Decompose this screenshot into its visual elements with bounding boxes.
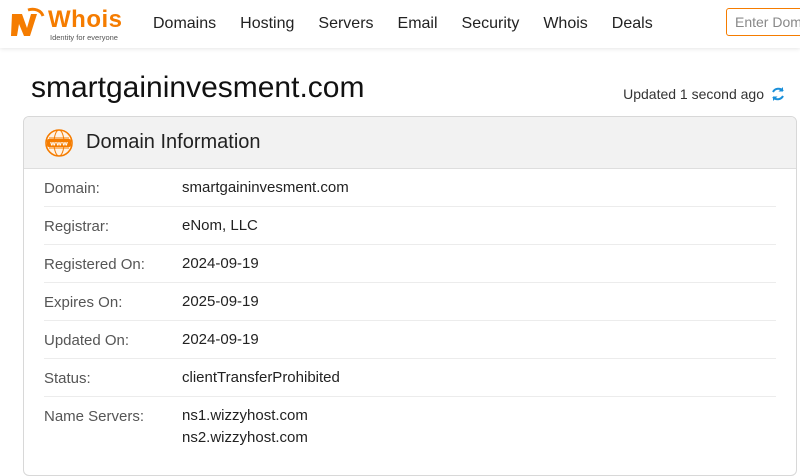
nav-item-servers[interactable]: Servers [318, 15, 373, 33]
main-nav: Domains Hosting Servers Email Security W… [153, 0, 677, 48]
row-label: Updated On: [44, 332, 130, 349]
top-navbar: Whois Identity for everyone Domains Host… [0, 0, 800, 48]
nav-item-hosting[interactable]: Hosting [240, 15, 294, 33]
row-label: Expires On: [44, 294, 123, 311]
card-title: Domain Information [86, 131, 261, 153]
row-value: clientTransferProhibited [182, 369, 340, 386]
domain-search-input[interactable] [726, 8, 800, 36]
row-value: 2025-09-19 [182, 293, 259, 310]
info-row-registered-on: Registered On: 2024-09-19 [44, 245, 776, 283]
logo-mark-icon [11, 7, 45, 36]
row-label: Name Servers: [44, 408, 145, 425]
name-server: ns2.wizzyhost.com [182, 429, 308, 446]
info-row-name-servers: Name Servers: ns1.wizzyhost.com ns2.wizz… [44, 397, 776, 449]
info-row-domain: Domain: smartgaininvesment.com [44, 169, 776, 207]
domain-info-rows: Domain: smartgaininvesment.com Registrar… [24, 169, 796, 449]
row-label: Status: [44, 370, 91, 387]
info-row-registrar: Registrar: eNom, LLC [44, 207, 776, 245]
nav-item-domains[interactable]: Domains [153, 15, 216, 33]
row-value: smartgaininvesment.com [182, 179, 349, 196]
row-value: 2024-09-19 [182, 255, 259, 272]
svg-text:www: www [50, 139, 68, 147]
row-label: Domain: [44, 180, 100, 197]
row-value: 2024-09-19 [182, 331, 259, 348]
row-label: Registrar: [44, 218, 110, 235]
info-row-expires-on: Expires On: 2025-09-19 [44, 283, 776, 321]
info-row-status: Status: clientTransferProhibited [44, 359, 776, 397]
refresh-icon[interactable] [770, 86, 786, 102]
info-row-updated-on: Updated On: 2024-09-19 [44, 321, 776, 359]
page-title: smartgaininvesment.com [31, 71, 365, 104]
brand-name: Whois [48, 6, 123, 33]
nav-item-email[interactable]: Email [398, 15, 438, 33]
row-label: Registered On: [44, 256, 145, 273]
nav-item-security[interactable]: Security [462, 15, 520, 33]
updated-text: Updated 1 second ago [623, 86, 764, 102]
nav-item-deals[interactable]: Deals [612, 15, 653, 33]
row-value: eNom, LLC [182, 217, 258, 234]
whois-logo[interactable]: Whois Identity for everyone [8, 6, 138, 42]
updated-status: Updated 1 second ago [623, 86, 786, 102]
www-icon: www [45, 128, 73, 157]
brand-tagline: Identity for everyone [50, 33, 118, 42]
card-header: www Domain Information [24, 117, 796, 169]
name-server: ns1.wizzyhost.com [182, 407, 308, 424]
domain-info-card: www Domain Information Domain: smartgain… [23, 116, 797, 476]
nav-item-whois[interactable]: Whois [543, 15, 587, 33]
name-server-list: ns1.wizzyhost.com ns2.wizzyhost.com [182, 405, 308, 449]
